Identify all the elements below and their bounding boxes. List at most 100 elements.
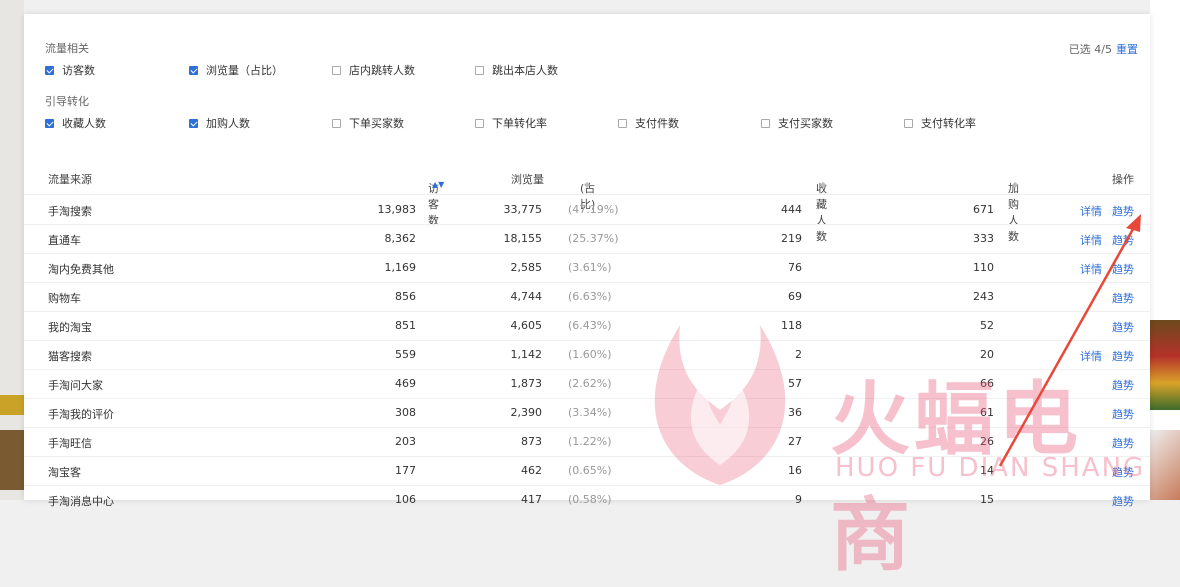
cell-cart: 110 — [973, 261, 994, 274]
cell-pageviews: 4,605 — [510, 319, 543, 332]
detail-link[interactable]: 详情 — [1080, 350, 1102, 363]
checkbox-label: 收藏人数 — [62, 117, 106, 130]
checkbox-paid-buyers[interactable]: 支付买家数 — [761, 115, 833, 131]
table-row: 购物车 856 4,744 (6.63%) 69 243 趋势 — [24, 282, 1150, 312]
checkbox-paid-items[interactable]: 支付件数 — [618, 115, 679, 131]
cell-visitors: 8,362 — [384, 232, 417, 245]
row-actions: 详情 趋势 — [1070, 261, 1134, 277]
cell-pageviews: 2,585 — [510, 261, 543, 274]
cell-share: (0.65%) — [568, 464, 612, 477]
cell-cart: 14 — [980, 464, 994, 477]
checkbox-order-conversion[interactable]: 下单转化率 — [475, 115, 547, 131]
product-thumbnail — [1150, 320, 1180, 410]
trend-link[interactable]: 趋势 — [1112, 495, 1134, 508]
checkbox-label: 加购人数 — [206, 117, 250, 130]
header-pageviews: 浏览量 — [511, 173, 544, 186]
cell-pageviews: 18,155 — [503, 232, 543, 245]
cell-visitors: 559 — [395, 348, 416, 361]
checkbox-favorites[interactable]: 收藏人数 — [45, 115, 106, 131]
traffic-group-title: 流量相关 — [45, 42, 89, 55]
cell-favorites: 16 — [788, 464, 802, 477]
selection-summary: 已选 4/5 重置 — [1069, 41, 1138, 57]
cell-favorites: 118 — [781, 319, 802, 332]
row-actions: 趋势 — [1102, 435, 1134, 451]
cell-source: 猫客搜索 — [48, 350, 92, 363]
cell-visitors: 203 — [395, 435, 416, 448]
table-row: 淘宝客 177 462 (0.65%) 16 14 趋势 — [24, 456, 1150, 486]
background-image — [0, 430, 24, 490]
cell-source: 手淘我的评价 — [48, 408, 114, 421]
trend-link[interactable]: 趋势 — [1112, 205, 1134, 218]
trend-link[interactable]: 趋势 — [1112, 437, 1134, 450]
cell-pageviews: 4,744 — [510, 290, 543, 303]
trend-link[interactable]: 趋势 — [1112, 350, 1134, 363]
row-actions: 趋势 — [1102, 377, 1134, 393]
header-ops: 操作 — [1112, 173, 1134, 186]
table-row: 猫客搜索 559 1,142 (1.60%) 2 20 详情 趋势 — [24, 340, 1150, 370]
trend-link[interactable]: 趋势 — [1112, 234, 1134, 247]
checkbox-label: 支付买家数 — [778, 117, 833, 130]
checkbox-add-to-cart[interactable]: 加购人数 — [189, 115, 250, 131]
cell-visitors: 177 — [395, 464, 416, 477]
sort-icon: ◆ — [584, 180, 591, 189]
cell-cart: 671 — [973, 203, 994, 216]
row-actions: 趋势 — [1102, 406, 1134, 422]
cell-cart: 243 — [973, 290, 994, 303]
table-row: 我的淘宝 851 4,605 (6.43%) 118 52 趋势 — [24, 311, 1150, 341]
selected-count: 已选 4/5 — [1068, 43, 1112, 56]
cell-pageviews: 2,390 — [510, 406, 543, 419]
cell-favorites: 219 — [781, 232, 802, 245]
checkbox-in-store-jump[interactable]: 店内跳转人数 — [332, 62, 415, 78]
checkbox-checked-icon — [189, 65, 198, 75]
checkbox-label: 浏览量（占比） — [206, 64, 283, 77]
table-row: 直通车 8,362 18,155 (25.37%) 219 333 详情 趋势 — [24, 224, 1150, 254]
cell-source: 手淘搜索 — [48, 205, 92, 218]
table-row: 手淘我的评价 308 2,390 (3.34%) 36 61 趋势 — [24, 398, 1150, 428]
trend-link[interactable]: 趋势 — [1112, 321, 1134, 334]
trend-link[interactable]: 趋势 — [1112, 408, 1134, 421]
detail-link[interactable]: 详情 — [1080, 263, 1102, 276]
checkbox-order-buyers[interactable]: 下单买家数 — [332, 115, 404, 131]
cell-visitors: 851 — [395, 319, 416, 332]
sort-icon: ◆ — [820, 180, 827, 189]
cell-visitors: 308 — [395, 406, 416, 419]
cell-share: (1.60%) — [568, 348, 612, 361]
trend-link[interactable]: 趋势 — [1112, 292, 1134, 305]
trend-link[interactable]: 趋势 — [1112, 263, 1134, 276]
trend-link[interactable]: 趋势 — [1112, 466, 1134, 479]
background-right-strip — [1150, 0, 1180, 500]
trend-link[interactable]: 趋势 — [1112, 379, 1134, 392]
detail-link[interactable]: 详情 — [1080, 205, 1102, 218]
checkbox-label: 下单转化率 — [492, 117, 547, 130]
cell-pageviews: 873 — [521, 435, 542, 448]
cell-source: 淘内免费其他 — [48, 263, 114, 276]
cell-cart: 26 — [980, 435, 994, 448]
checkbox-label: 支付转化率 — [921, 117, 976, 130]
cell-pageviews: 33,775 — [503, 203, 543, 216]
cell-favorites: 57 — [788, 377, 802, 390]
checkbox-unchecked-icon — [761, 118, 770, 128]
detail-link[interactable]: 详情 — [1080, 234, 1102, 247]
cell-share: (47.19%) — [568, 203, 619, 216]
checkbox-label: 访客数 — [62, 64, 95, 77]
cell-source: 手淘消息中心 — [48, 495, 114, 508]
cell-favorites: 444 — [781, 203, 802, 216]
reset-button[interactable]: 重置 — [1116, 43, 1138, 56]
checkbox-paid-conversion[interactable]: 支付转化率 — [904, 115, 976, 131]
background-left-strip — [0, 0, 24, 500]
checkbox-pageviews-share[interactable]: 浏览量（占比） — [189, 62, 283, 78]
cell-visitors: 856 — [395, 290, 416, 303]
table-header: 流量来源 访客数 ▲▼ 浏览量 (占比) ◆ 收藏人数 ◆ 加购人数 ◆ 操作 — [24, 162, 1150, 243]
row-actions: 趋势 — [1102, 319, 1134, 335]
checkbox-checked-icon — [45, 65, 54, 75]
cell-visitors: 1,169 — [384, 261, 417, 274]
checkbox-unchecked-icon — [332, 118, 341, 128]
checkbox-visitors[interactable]: 访客数 — [45, 62, 95, 78]
checkbox-unchecked-icon — [904, 118, 913, 128]
cell-source: 淘宝客 — [48, 466, 81, 479]
checkbox-bounce-out[interactable]: 跳出本店人数 — [475, 62, 558, 78]
cell-share: (3.34%) — [568, 406, 612, 419]
sort-icon: ▲▼ — [432, 180, 445, 189]
cell-share: (25.37%) — [568, 232, 619, 245]
table-row: 手淘旺信 203 873 (1.22%) 27 26 趋势 — [24, 427, 1150, 457]
